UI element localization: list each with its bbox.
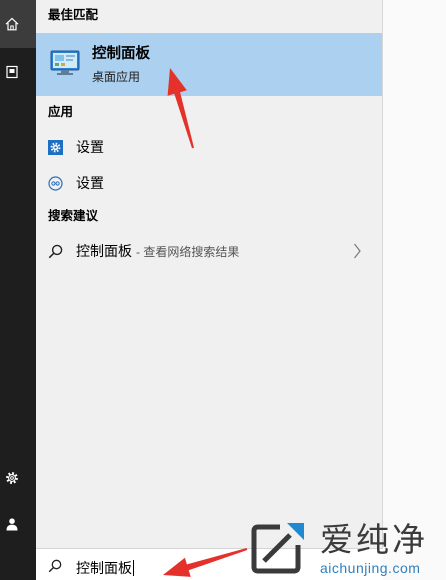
- best-match-item[interactable]: 控制面板 桌面应用: [36, 33, 382, 96]
- apps-header: 应用: [48, 105, 74, 119]
- sidebar-account-button[interactable]: [0, 500, 36, 548]
- app-result-label: 设置: [76, 139, 104, 155]
- sidebar-home-button[interactable]: [0, 0, 36, 48]
- best-match-title: 控制面板: [92, 46, 150, 62]
- app-result-settings[interactable]: 设置: [36, 132, 382, 162]
- text-caret: [133, 560, 134, 576]
- watermark-brand: 爱纯净: [320, 521, 428, 558]
- best-match-header: 最佳匹配: [48, 8, 99, 22]
- gear-icon: [6, 472, 18, 484]
- sidebar-settings-button[interactable]: [0, 454, 36, 502]
- aichunjing-logo-icon: [251, 523, 304, 574]
- best-match-subtitle: 桌面应用: [92, 70, 141, 84]
- control-panel-icon: [50, 50, 80, 75]
- search-icon: [48, 244, 63, 259]
- search-input-value: 控制面板: [76, 560, 132, 576]
- settings-gear-tile-icon: [48, 140, 63, 155]
- suggestion-hint: - 查看网络搜索结果: [136, 245, 240, 259]
- start-sidebar: [0, 0, 36, 580]
- search-input[interactable]: 控制面板: [76, 559, 134, 577]
- suggestion-text: 控制面板 - 查看网络搜索结果: [76, 242, 239, 261]
- user-icon: [6, 518, 18, 531]
- settings-circle-icon: [48, 176, 63, 191]
- app-result-settings-alt[interactable]: 设置: [36, 168, 382, 198]
- search-results-panel: 最佳匹配 控制面板 桌面应用 应用 设置 设置 搜索建议 控制面板 - 查看网络…: [36, 0, 383, 548]
- watermark-url: aichunjing.com: [320, 560, 421, 576]
- app-result-label: 设置: [76, 175, 104, 191]
- documents-icon: [6, 65, 18, 79]
- suggestions-header: 搜索建议: [48, 209, 99, 223]
- sidebar-documents-button[interactable]: [0, 48, 36, 96]
- chevron-right-icon[interactable]: [353, 243, 361, 259]
- home-icon: [5, 17, 19, 31]
- search-icon: [48, 559, 62, 573]
- search-suggestion-item[interactable]: 控制面板 - 查看网络搜索结果: [36, 236, 382, 266]
- suggestion-query: 控制面板: [76, 243, 132, 259]
